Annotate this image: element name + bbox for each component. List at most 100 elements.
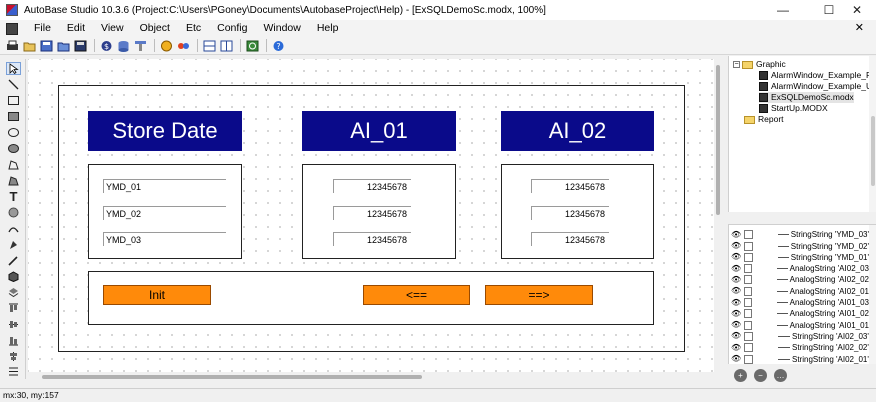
picker-icon[interactable] <box>6 254 21 267</box>
ai02-value-3[interactable]: 12345678 <box>531 232 609 246</box>
align-middle-icon[interactable] <box>6 318 21 331</box>
tag-checkbox[interactable] <box>744 354 753 364</box>
menu-edit[interactable]: Edit <box>59 20 93 37</box>
visibility-eye-icon[interactable]: 👁 <box>731 343 741 352</box>
tag-checkbox[interactable] <box>744 241 753 251</box>
visibility-eye-icon[interactable]: 👁 <box>731 321 741 329</box>
tag-row[interactable]: 👁 AnalogString 'AI01_03 <box>729 297 869 309</box>
remove-icon[interactable]: − <box>754 369 767 382</box>
tag-row[interactable]: 👁 StringString 'AI02_02' <box>729 342 869 354</box>
tag-checkbox[interactable] <box>744 252 753 262</box>
visibility-eye-icon[interactable]: 👁 <box>731 332 741 340</box>
circle-icon[interactable] <box>6 206 21 219</box>
save-icon[interactable] <box>73 39 87 52</box>
tree-folder-report[interactable]: Report <box>744 114 784 125</box>
help-icon[interactable]: ? <box>271 39 285 52</box>
tag-checkbox[interactable] <box>744 343 753 353</box>
refresh-icon[interactable] <box>245 39 259 52</box>
visibility-eye-icon[interactable]: 👁 <box>731 355 741 363</box>
header-store-date[interactable]: Store Date <box>88 111 242 151</box>
tree-scrollbar[interactable] <box>869 56 876 212</box>
menu-window[interactable]: Window <box>255 20 308 37</box>
align-center-icon[interactable] <box>6 350 21 363</box>
filled-polygon-icon[interactable] <box>6 174 21 187</box>
pen-icon[interactable] <box>133 39 147 52</box>
menu-object[interactable]: Object <box>132 20 178 37</box>
date-field-ymd-02[interactable]: YMD_02 <box>103 206 226 220</box>
open-icon[interactable] <box>56 39 70 52</box>
save-as-icon[interactable] <box>39 39 53 52</box>
menu-view[interactable]: View <box>93 20 132 37</box>
tag-list-scrollbar[interactable] <box>869 225 876 364</box>
tag-row[interactable]: 👁 StringString 'YMD_03' <box>729 229 869 241</box>
tag-checkbox[interactable] <box>744 298 753 308</box>
more-icon[interactable]: … <box>774 369 787 382</box>
ai01-value-2[interactable]: 12345678 <box>333 206 411 220</box>
ai02-value-1[interactable]: 12345678 <box>531 179 609 193</box>
visibility-eye-icon[interactable]: 👁 <box>731 287 741 295</box>
tag-row[interactable]: 👁 AnalogString 'AI01_02 <box>729 308 869 320</box>
fill-icon[interactable] <box>6 238 21 251</box>
canvas-vertical-scrollbar[interactable] <box>714 59 722 372</box>
visibility-eye-icon[interactable]: 👁 <box>731 253 741 261</box>
close-document-button[interactable]: ✕ <box>855 20 864 37</box>
visibility-eye-icon[interactable]: 👁 <box>731 298 741 307</box>
tag-row[interactable]: 👁 StringString 'AI02_01' <box>729 353 869 364</box>
close-window-button[interactable]: ✕ <box>838 0 876 20</box>
arc-icon[interactable] <box>6 222 21 235</box>
tree-item[interactable]: AlarmWindow_Example_UI.n <box>759 81 876 92</box>
open-folder-icon[interactable] <box>22 39 36 52</box>
collapse-icon[interactable]: − <box>733 61 740 68</box>
align-bottom-icon[interactable] <box>6 334 21 347</box>
print-icon[interactable] <box>5 39 19 52</box>
date-field-ymd-01[interactable]: YMD_01 <box>103 179 226 193</box>
canvas-horizontal-scrollbar[interactable] <box>28 372 714 382</box>
filled-rectangle-icon[interactable] <box>6 110 21 123</box>
palette-icon[interactable] <box>176 39 190 52</box>
visibility-eye-icon[interactable]: 👁 <box>731 309 741 318</box>
visibility-eye-icon[interactable]: 👁 <box>731 242 741 250</box>
scroll-thumb[interactable] <box>42 375 422 379</box>
design-canvas[interactable]: Store Date AI_01 AI_02 YMD_01 YMD_02 YMD… <box>28 59 714 372</box>
line-icon[interactable] <box>6 78 21 91</box>
tree-item[interactable]: AlarmWindow_Example_Filt <box>759 70 876 81</box>
image-icon[interactable] <box>159 39 173 52</box>
minimize-button[interactable]: — <box>760 0 806 20</box>
cube-icon[interactable] <box>6 270 21 283</box>
layers-icon[interactable] <box>6 286 21 299</box>
polygon-icon[interactable] <box>6 158 21 171</box>
tree-folder-graphic[interactable]: − Graphic <box>733 59 786 70</box>
tag-checkbox[interactable] <box>744 331 753 341</box>
ai01-value-1[interactable]: 12345678 <box>333 179 411 193</box>
next-button[interactable]: ==> <box>485 285 593 305</box>
header-ai-01[interactable]: AI_01 <box>302 111 456 151</box>
tag-row[interactable]: 👁 AnalogString 'AI01_01 <box>729 319 869 331</box>
visibility-eye-icon[interactable]: 👁 <box>731 230 741 239</box>
tag-checkbox[interactable] <box>744 230 753 240</box>
tag-checkbox[interactable] <box>744 320 753 330</box>
visibility-eye-icon[interactable]: 👁 <box>731 275 741 284</box>
menu-file[interactable]: File <box>26 20 59 37</box>
pointer-icon[interactable] <box>6 62 21 75</box>
tree-item-selected[interactable]: ExSQLDemoSc.modx <box>759 92 854 103</box>
filled-ellipse-icon[interactable] <box>6 142 21 155</box>
tag-row[interactable]: 👁 StringString 'AI02_03' <box>729 331 869 343</box>
tag-row[interactable]: 👁 AnalogString 'AI02_02 <box>729 274 869 286</box>
align-top-icon[interactable] <box>6 302 21 315</box>
tag-row[interactable]: 👁 AnalogString 'AI02_01 <box>729 286 869 298</box>
ai02-value-2[interactable]: 12345678 <box>531 206 609 220</box>
ellipse-icon[interactable] <box>6 126 21 139</box>
menu-etc[interactable]: Etc <box>178 20 209 37</box>
visibility-eye-icon[interactable]: 👁 <box>731 264 741 273</box>
text-icon[interactable]: T <box>6 189 21 204</box>
window-icon[interactable] <box>219 39 233 52</box>
menu-config[interactable]: Config <box>209 20 255 37</box>
tree-item[interactable]: StartUp.MODX <box>759 103 828 114</box>
prev-button[interactable]: <== <box>363 285 470 305</box>
init-button[interactable]: Init <box>103 285 211 305</box>
tag-row[interactable]: 👁 StringString 'YMD_01' <box>729 252 869 264</box>
tag-row[interactable]: 👁 AnalogString 'AI02_03 <box>729 263 869 275</box>
tag-checkbox[interactable] <box>744 275 753 285</box>
rectangle-icon[interactable] <box>6 94 21 107</box>
tag-icon[interactable]: $ <box>99 39 113 52</box>
